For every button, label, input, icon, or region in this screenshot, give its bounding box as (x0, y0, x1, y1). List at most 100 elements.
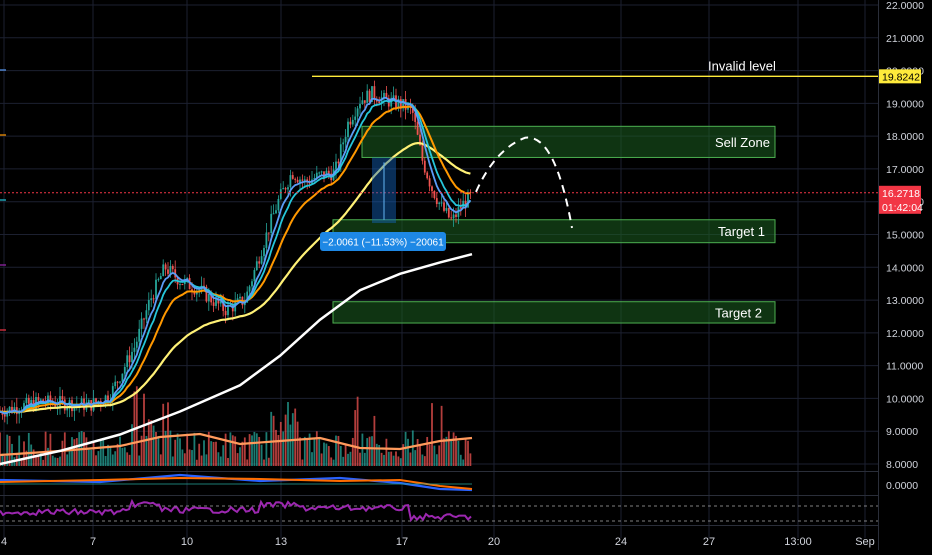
volume-bar (416, 439, 419, 466)
candle-body (61, 396, 64, 400)
volume-bar (253, 431, 256, 466)
candle-body (155, 279, 157, 299)
candle-body (114, 381, 117, 387)
volume-bar (263, 459, 265, 466)
volume-bar (157, 436, 160, 466)
candle-body (301, 179, 304, 181)
candle-body (119, 381, 121, 383)
volume-bar (54, 457, 57, 466)
candle-body (455, 214, 457, 217)
volume-bar (123, 447, 126, 466)
volume-bar (162, 403, 165, 466)
volume-bar (44, 431, 47, 466)
y-tick-label: 17.0000 (886, 164, 924, 176)
volume-bar (347, 453, 349, 466)
volume-bar (397, 456, 400, 466)
volume-bar (111, 454, 114, 466)
candle-body (320, 171, 323, 173)
y-tick-label: 22.0000 (886, 0, 924, 12)
candle-body (260, 256, 263, 264)
volume-bar (61, 440, 64, 466)
candle-body (39, 399, 42, 401)
volume-bar (126, 452, 129, 466)
volume-bar (104, 455, 107, 466)
volume-bar (51, 455, 54, 466)
volume-bar (390, 451, 393, 466)
chart-panel[interactable]: Invalid level Sell Zone Target 1 Target … (0, 0, 932, 550)
candle-body (277, 198, 280, 211)
volume-bar (236, 453, 239, 466)
candle-body (275, 210, 277, 214)
volume-bar (109, 447, 112, 466)
y-tick-label: 10.0000 (886, 393, 924, 405)
candle-body (347, 121, 349, 137)
candle-body (255, 261, 258, 271)
candle-body (128, 355, 131, 363)
target-2-label: Target 2 (715, 305, 762, 320)
volume-bar (351, 437, 354, 466)
x-tick-label: 24 (615, 536, 627, 548)
volume-bar (320, 453, 323, 466)
volume-bar (368, 436, 371, 466)
volume-bar (152, 425, 155, 466)
volume-bar (181, 449, 184, 466)
y-tick-label: 14.0000 (886, 262, 924, 274)
candle-body (383, 92, 385, 98)
volume-bar (198, 443, 201, 466)
candle-body (87, 400, 90, 403)
y-tick-label: 18.0000 (886, 131, 924, 143)
current-price-tag: 16.2718 01:42:04 (879, 185, 923, 214)
volume-bar (287, 402, 289, 466)
volume-bar (318, 437, 321, 466)
volume-bar (433, 445, 436, 466)
volume-bar (438, 445, 441, 466)
volume-bar (191, 450, 193, 466)
volume-bar (337, 435, 340, 466)
candle-body (327, 170, 330, 174)
volume-bar (193, 432, 196, 466)
candle-body (37, 397, 40, 401)
volume-bar (49, 433, 52, 466)
volume-bar (71, 437, 73, 466)
current-price-tag-text: 16.2718 (882, 188, 920, 200)
volume-bar (138, 455, 141, 466)
price-chart[interactable]: Invalid level Sell Zone Target 1 Target … (0, 0, 932, 550)
target-1-label: Target 1 (718, 224, 765, 239)
candle-body (303, 179, 306, 181)
volume-bar (183, 453, 186, 466)
x-tick-label: 4 (1, 536, 7, 548)
candle-body (447, 207, 450, 218)
volume-bar (30, 444, 33, 466)
volume-bar (301, 459, 304, 466)
candle-body (428, 178, 431, 187)
candle-body (270, 213, 273, 234)
candle-body (440, 202, 443, 204)
volume-bar (361, 433, 364, 466)
volume-bar (423, 456, 426, 466)
volume-bar (440, 405, 443, 466)
volume-bar (282, 431, 285, 466)
candle-body (426, 172, 429, 179)
volume-bar (95, 455, 97, 466)
chart-background (0, 0, 932, 550)
volume-bar (188, 449, 191, 466)
volume-bar (87, 449, 90, 466)
volume-bar (210, 441, 213, 466)
candle-body (431, 186, 433, 191)
volume-bar (246, 459, 249, 466)
volume-bar (373, 415, 376, 466)
candle-body (359, 103, 361, 109)
y-tick-label: 12.0000 (886, 328, 924, 340)
candle-body (248, 286, 251, 292)
volume-bar (421, 454, 424, 466)
volume-bar (342, 456, 345, 466)
x-tick-label: 20 (488, 536, 500, 548)
volume-bar (99, 438, 102, 466)
candle-body (27, 397, 30, 404)
candle-body (133, 347, 136, 352)
candle-body (171, 265, 174, 270)
x-tick-label: Sep (855, 536, 875, 548)
volume-bar (419, 444, 421, 466)
volume-bar (399, 458, 402, 466)
volume-bar (385, 438, 388, 466)
